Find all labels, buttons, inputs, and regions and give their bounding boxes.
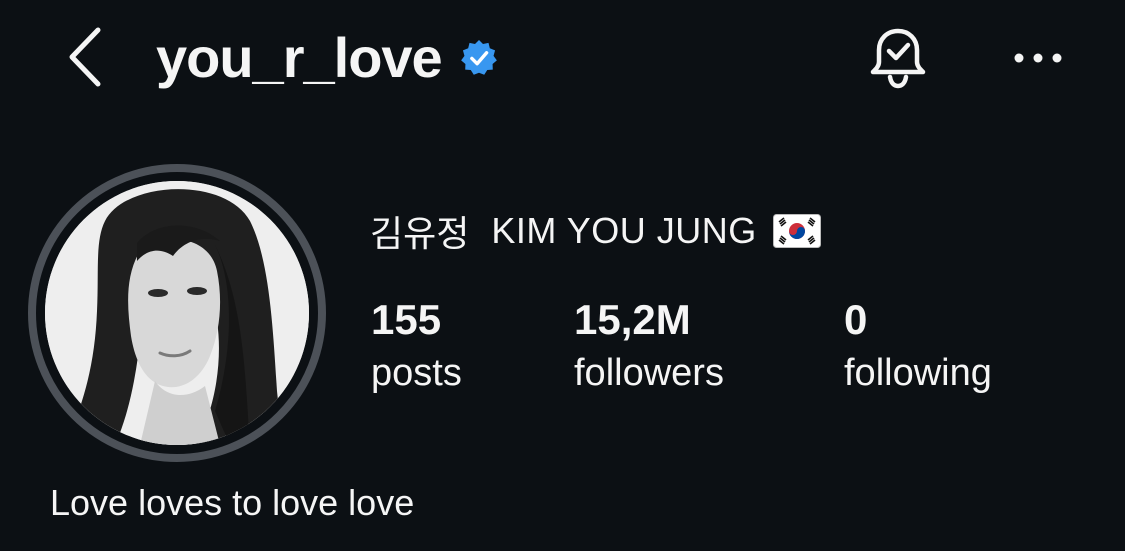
profile-bio: Love loves to love love — [50, 482, 415, 523]
notifications-button[interactable] — [860, 20, 936, 96]
more-options-button[interactable] — [1002, 28, 1074, 88]
posts-stat[interactable]: 155 posts — [371, 292, 462, 398]
display-name: 김유정 KIM YOU JUNG — [370, 206, 821, 256]
username: you_r_love — [156, 26, 443, 89]
bell-check-icon — [870, 28, 926, 89]
profile-avatar[interactable] — [28, 164, 326, 462]
south-korea-flag-icon — [772, 214, 821, 248]
avatar-photo — [45, 181, 309, 445]
following-count: 0 — [844, 296, 868, 343]
name-english: KIM YOU JUNG — [491, 210, 757, 251]
more-horizontal-icon — [1014, 53, 1062, 63]
followers-label: followers — [574, 352, 724, 394]
name-korean: 김유정 — [370, 213, 470, 254]
profile-header: you_r_love — [156, 26, 498, 90]
followers-count: 15,2M — [574, 296, 691, 343]
following-label: following — [844, 352, 992, 394]
verified-badge-icon — [460, 39, 498, 77]
following-stat[interactable]: 0 following — [844, 292, 992, 398]
chevron-left-icon — [69, 27, 101, 87]
posts-count: 155 — [371, 296, 442, 343]
followers-stat[interactable]: 15,2M followers — [574, 292, 724, 398]
posts-label: posts — [371, 352, 462, 394]
back-button[interactable] — [58, 22, 114, 92]
